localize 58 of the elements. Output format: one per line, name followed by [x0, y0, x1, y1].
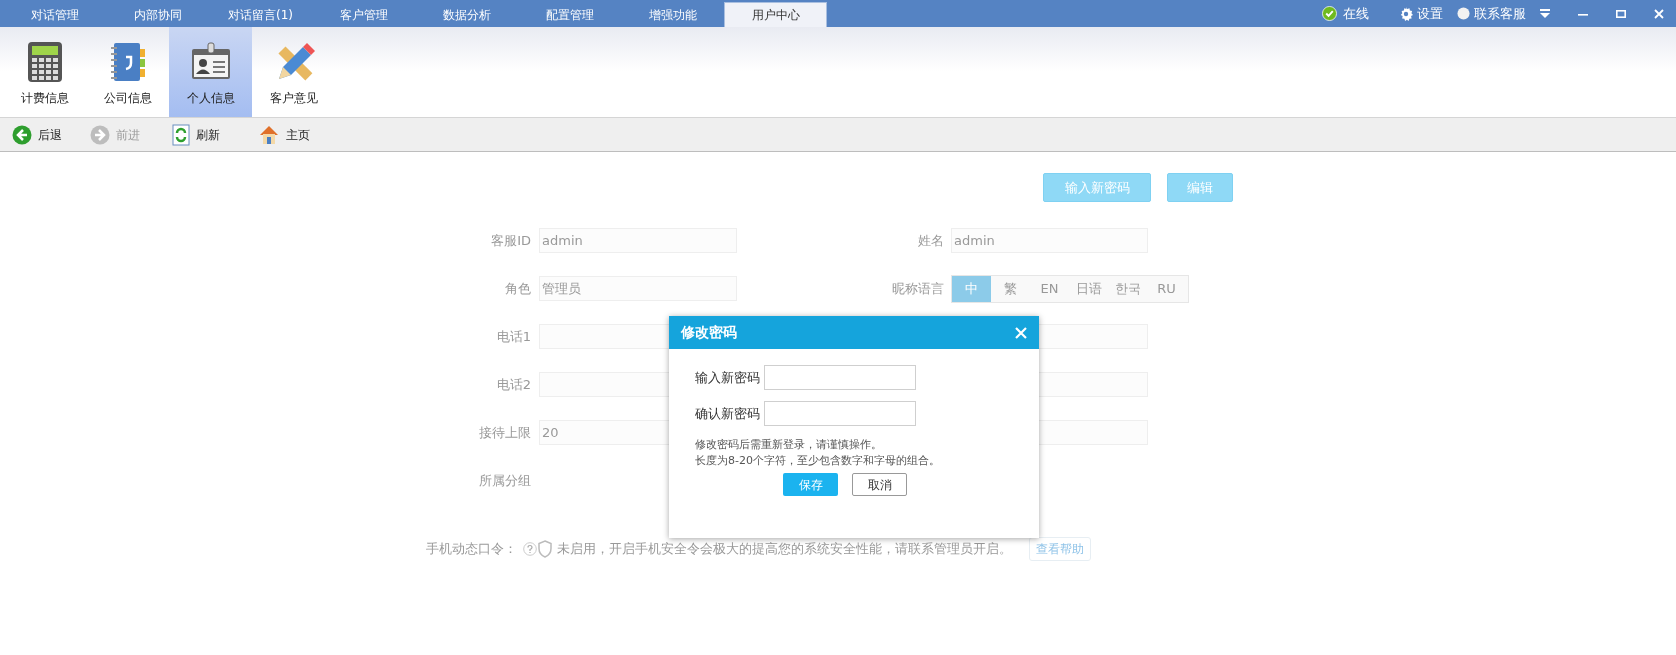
check-circle-icon [1322, 6, 1337, 21]
close-icon [1015, 326, 1027, 339]
hint-text: 长度为8-20个字符，至少包含数字和字母的组合。 [695, 453, 941, 469]
language-option[interactable]: 日语 [1069, 275, 1108, 302]
ribbon-button[interactable]: 客户意见 [252, 27, 335, 117]
field-label: 电话2 [496, 375, 531, 394]
field-label: 接待上限 [479, 423, 531, 442]
ribbon-button[interactable]: 公司信息 [86, 27, 169, 117]
settings-label: 设置 [1417, 4, 1443, 23]
settings-icon [1399, 6, 1413, 21]
settings-button[interactable]: 设置 [1399, 3, 1443, 24]
text-field[interactable]: admin [951, 228, 1148, 253]
close-icon[interactable] [1654, 8, 1664, 19]
ribbon-button[interactable]: 个人信息 [169, 27, 252, 117]
password-field[interactable] [764, 365, 916, 390]
language-option[interactable]: RU [1147, 275, 1186, 302]
nav-tab[interactable]: 数据分析 [415, 2, 518, 27]
help-circle-icon[interactable] [523, 542, 537, 556]
language-option[interactable]: 繁 [991, 275, 1030, 302]
password-label: 确认新密码 [695, 404, 760, 423]
ribbon-button[interactable]: 计费信息 [3, 27, 86, 117]
support-label: 联系客服 [1474, 4, 1526, 23]
field-label: 客服ID [491, 231, 531, 250]
text-field[interactable]: admin [539, 228, 737, 253]
cancel-button[interactable]: 取消 [852, 473, 907, 496]
nav-tab[interactable]: 对话管理 [3, 2, 106, 27]
field-label: 电话1 [496, 327, 531, 346]
field-label: 昵称语言 [892, 279, 944, 298]
nav-tab[interactable]: 客户管理 [312, 2, 415, 27]
online-status[interactable]: 在线 [1322, 3, 1369, 24]
nav-tab[interactable]: 增强功能 [621, 2, 724, 27]
toolbar-button[interactable]: 主页 [258, 123, 310, 146]
password-field[interactable] [764, 401, 916, 426]
maximize-icon[interactable] [1616, 8, 1626, 19]
shield-icon [537, 540, 553, 558]
language-option[interactable]: 한국 [1108, 275, 1147, 302]
security-label: 手机动态口令： [426, 540, 517, 559]
online-label: 在线 [1343, 4, 1369, 23]
nav-tab[interactable]: 配置管理 [518, 2, 621, 27]
field-label: 姓名 [918, 231, 944, 250]
refresh-icon [172, 123, 190, 146]
field-label: 角色 [505, 279, 531, 298]
dialog-title: 修改密码 [681, 323, 737, 342]
close-button[interactable] [1015, 326, 1027, 339]
toolbar-button[interactable]: 后退 [12, 124, 62, 145]
text-field[interactable]: 管理员 [539, 276, 737, 301]
save-button[interactable]: 保存 [783, 473, 838, 496]
toolbar-button[interactable]: 刷新 [172, 123, 220, 146]
language-option[interactable]: EN [1030, 275, 1069, 302]
nav-tab[interactable]: 对话留言(1) [209, 2, 312, 27]
house-icon [258, 123, 280, 146]
security-description: 未启用，开启手机安全令会极大的提高您的系统安全性能，请联系管理员开启。 [557, 540, 1012, 559]
field-label: 所属分组 [479, 471, 531, 490]
password-label: 输入新密码 [695, 368, 760, 387]
dropdown-icon[interactable] [1540, 9, 1550, 18]
nav-tab[interactable]: 用户中心 [724, 2, 827, 27]
support-button[interactable]: 联系客服 [1457, 3, 1526, 24]
nav-tab[interactable]: 内部协同 [106, 2, 209, 27]
